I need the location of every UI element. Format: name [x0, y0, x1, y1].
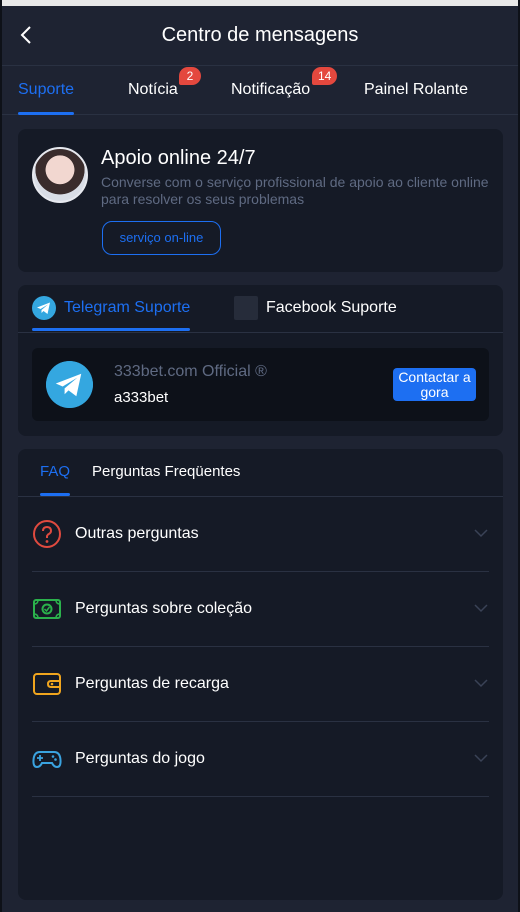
channel-support-card: Telegram Suporte Facebook Suporte 333bet…: [18, 285, 503, 436]
tab-frequent-questions[interactable]: Perguntas Freqüentes: [92, 449, 240, 496]
tab-label: Facebook Suporte: [266, 299, 397, 316]
contact-name: 333bet.com Official ®: [114, 363, 267, 380]
tab-noticia[interactable]: Notícia: [128, 67, 178, 115]
support-title: Apoio online 24/7: [101, 147, 256, 169]
online-service-button[interactable]: serviço on-line: [102, 221, 221, 255]
gamepad-icon: [32, 751, 62, 769]
contact-now-button[interactable]: Contactar a gora: [393, 368, 476, 401]
agent-avatar: [32, 147, 88, 203]
tab-faq[interactable]: FAQ: [40, 449, 71, 496]
wallet-icon: [33, 673, 61, 695]
tab-notificacao[interactable]: Notificação: [231, 67, 310, 115]
contact-id: a333bet: [114, 389, 169, 406]
faq-item-other[interactable]: Outras perguntas: [32, 497, 489, 572]
tab-suporte[interactable]: Suporte: [18, 67, 75, 115]
chevron-down-icon: [474, 529, 488, 538]
app-frame: Centro de mensagens Suporte Notícia 2 No…: [0, 0, 520, 912]
tab-label: Notificação: [231, 81, 311, 98]
tab-label: Telegram Suporte: [64, 299, 191, 316]
faq-item-collection[interactable]: Perguntas sobre coleção: [32, 572, 489, 647]
tab-label: Perguntas Freqüentes: [92, 463, 241, 480]
tab-label: Suporte: [18, 81, 75, 98]
channel-tabs-divider: [18, 332, 503, 333]
telegram-logo-icon: [46, 361, 93, 408]
chevron-down-icon: [474, 679, 488, 688]
faq-item-game[interactable]: Perguntas do jogo: [32, 722, 489, 797]
page-title: Centro de mensagens: [161, 24, 359, 46]
chevron-down-icon: [474, 604, 488, 613]
notificacao-count-badge: 14: [312, 67, 338, 85]
facebook-icon: [234, 296, 258, 320]
faq-item-recharge[interactable]: Perguntas de recarga: [32, 647, 489, 722]
online-support-card: Apoio online 24/7 Converse com o serviço…: [18, 129, 503, 272]
tab-telegram-support[interactable]: Telegram Suporte: [32, 285, 191, 331]
faq-item-label: Outras perguntas: [75, 525, 199, 542]
faq-card: FAQ Perguntas Freqüentes Outras pergunta…: [18, 449, 503, 900]
tab-label: Notícia: [128, 81, 178, 98]
tab-facebook-support[interactable]: Facebook Suporte: [234, 285, 397, 331]
faq-item-label: Perguntas de recarga: [75, 675, 229, 692]
main-tabs: Suporte Notícia 2 Notificação 14 Painel …: [2, 67, 518, 115]
tab-painel-rolante[interactable]: Painel Rolante: [364, 67, 468, 115]
faq-item-label: Perguntas do jogo: [75, 750, 205, 767]
support-description: Converse com o serviço profissional de a…: [101, 174, 489, 207]
back-arrow-icon[interactable]: [16, 24, 38, 46]
faq-item-label: Perguntas sobre coleção: [75, 600, 252, 617]
question-icon: [33, 520, 61, 548]
noticia-count-badge: 2: [179, 67, 201, 85]
telegram-contact: 333bet.com Official ® a333bet Contactar …: [32, 348, 489, 421]
header: Centro de mensagens: [2, 6, 518, 66]
tab-label: FAQ: [40, 463, 71, 480]
money-icon: [33, 599, 61, 619]
chevron-down-icon: [474, 754, 488, 763]
tab-label: Painel Rolante: [364, 81, 469, 98]
telegram-icon: [32, 296, 56, 320]
